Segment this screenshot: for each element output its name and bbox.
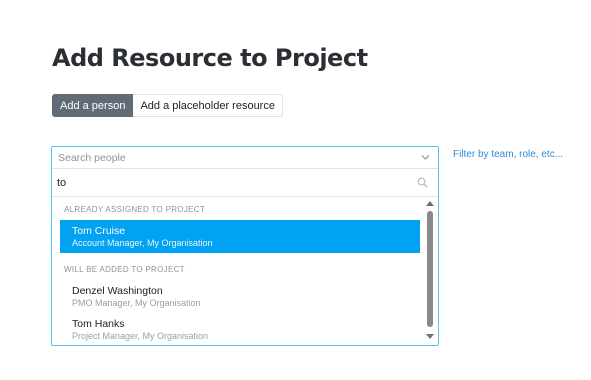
people-select[interactable]: Search people — [52, 147, 438, 169]
option-subtitle: Project Manager, My Organisation — [72, 331, 209, 341]
option-subtitle: PMO Manager, My Organisation — [72, 298, 201, 308]
add-placeholder-button[interactable]: Add a placeholder resource — [133, 94, 283, 117]
scroll-up-icon[interactable] — [425, 199, 435, 207]
option-name: Tom Cruise — [72, 225, 126, 237]
mode-toggle: Add a person Add a placeholder resource — [52, 94, 283, 117]
page-title: Add Resource to Project — [52, 44, 368, 72]
chevron-down-icon[interactable] — [421, 154, 430, 161]
group-heading: ALREADY ASSIGNED TO PROJECT — [64, 205, 206, 214]
list-item[interactable]: Tom Hanks Project Manager, My Organisati… — [52, 313, 428, 345]
search-icon — [417, 177, 428, 188]
search-input[interactable] — [57, 175, 407, 191]
option-name: Denzel Washington — [72, 285, 163, 297]
group-heading: WILL BE ADDED TO PROJECT — [64, 265, 185, 274]
search-row — [52, 169, 438, 197]
list-item[interactable]: Tom Cruise Account Manager, My Organisat… — [60, 220, 420, 253]
option-subtitle: Account Manager, My Organisation — [72, 238, 213, 248]
option-name: Tom Hanks — [72, 318, 125, 330]
results-list: ALREADY ASSIGNED TO PROJECT Tom Cruise A… — [52, 199, 428, 345]
scroll-down-icon[interactable] — [425, 333, 435, 341]
people-picker: Search people ALREADY ASSIGNED TO PROJEC… — [51, 146, 439, 346]
add-person-button[interactable]: Add a person — [52, 94, 134, 117]
list-item[interactable]: Denzel Washington PMO Manager, My Organi… — [52, 280, 428, 313]
scroll-thumb[interactable] — [427, 211, 433, 327]
people-select-placeholder: Search people — [58, 152, 126, 164]
scrollbar[interactable] — [425, 199, 435, 345]
filter-link[interactable]: Filter by team, role, etc... — [453, 149, 563, 160]
